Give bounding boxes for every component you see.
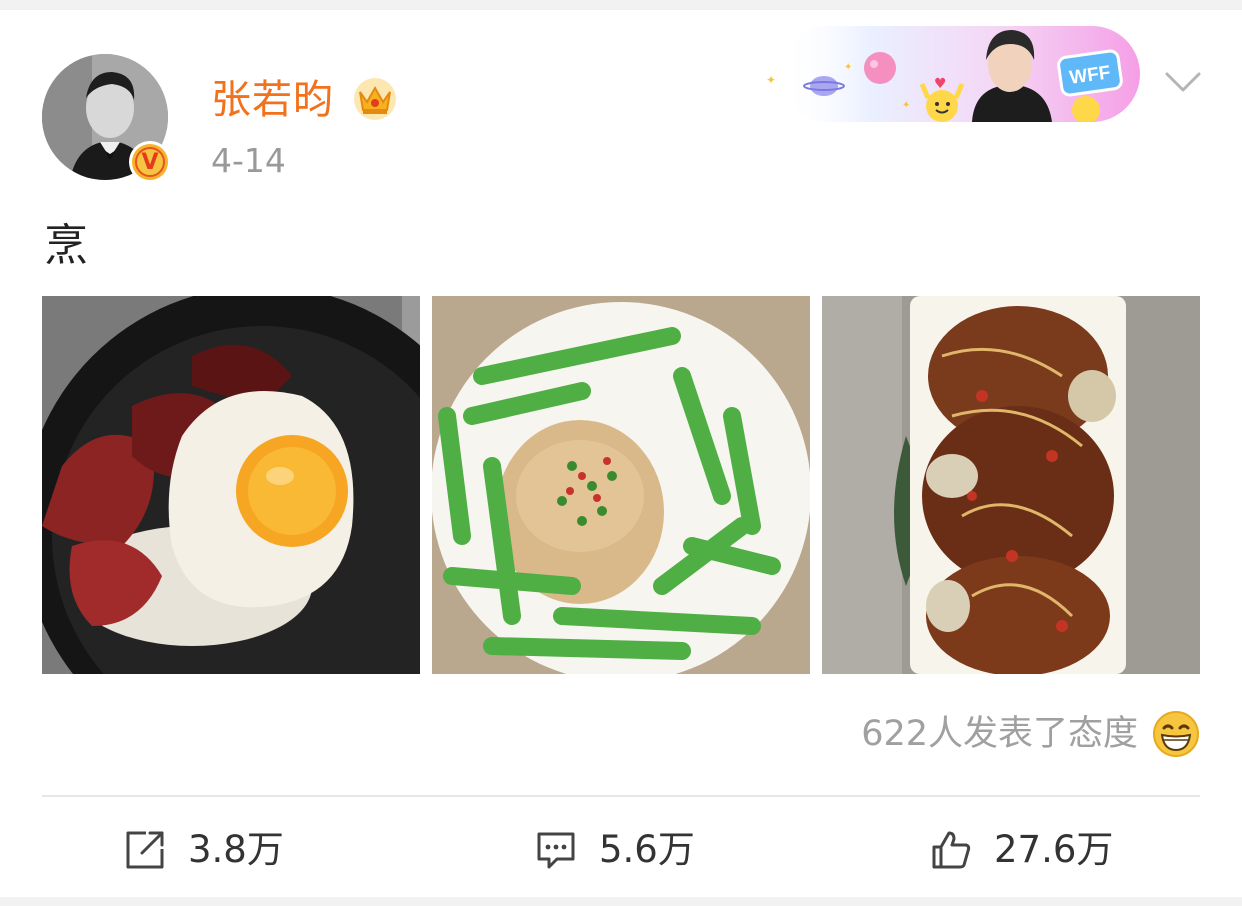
like-button[interactable]: 27.6万 [930,818,1113,882]
username[interactable]: 张若昀 [211,72,334,128]
comment-button[interactable]: 5.6万 [535,818,695,882]
repost-button[interactable]: 3.8万 [124,818,284,882]
weibo-post-card: V 张若昀 4-14 ✦ ✦ ✦ ♥ WFF 烹 622人发表了态度 3.8万 … [0,10,1242,897]
reactions-summary[interactable]: 622人发表了态度 [861,708,1200,760]
repost-count: 3.8万 [188,828,284,871]
fan-banner[interactable]: ✦ ✦ ✦ ♥ WFF [760,26,1140,122]
svg-text:✦: ✦ [902,100,910,111]
comment-count: 5.6万 [599,828,695,871]
photo-snow-peas[interactable] [432,296,810,674]
repost-icon [126,831,164,869]
crown-icon [354,78,396,120]
photo-steak-egg-rice[interactable] [42,296,420,674]
photo-fried-dish[interactable] [822,296,1200,674]
post-time: 4-14 [211,141,286,180]
svg-text:✦: ✦ [844,62,852,73]
thumbs-up-icon [932,831,971,869]
comment-icon [537,832,575,869]
verified-badge-icon: V [129,141,171,183]
svg-text:✦: ✦ [766,73,776,87]
svg-text:♥: ♥ [934,76,947,92]
reactions-text: 622人发表了态度 [861,714,1138,754]
laugh-emoji-icon [1153,711,1199,757]
like-count: 27.6万 [994,828,1114,871]
divider [42,795,1200,797]
post-text: 烹 [44,220,88,271]
chevron-down-icon[interactable] [1163,68,1203,96]
